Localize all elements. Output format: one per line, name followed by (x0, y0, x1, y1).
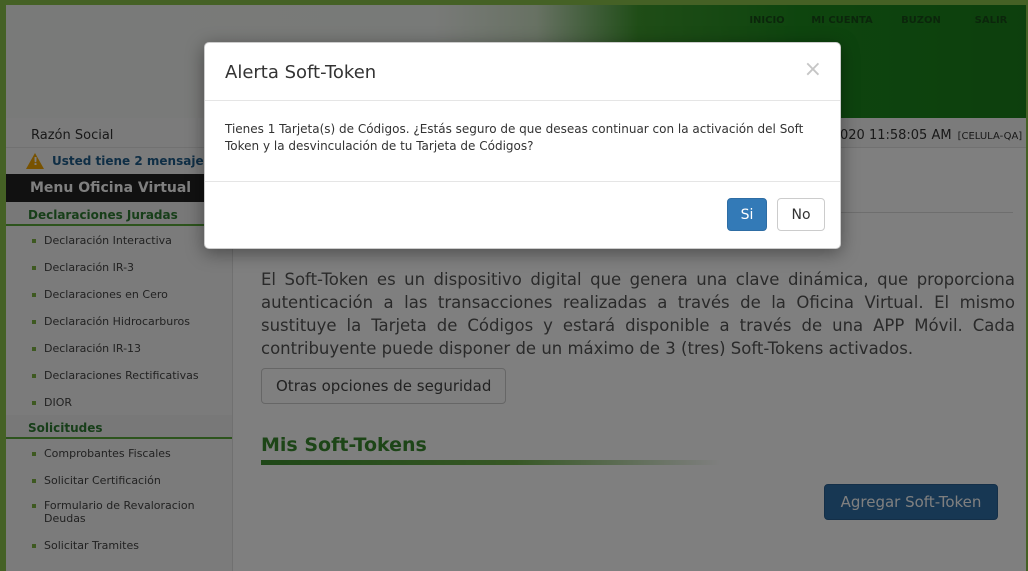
confirm-si-button[interactable]: Si (727, 198, 767, 231)
close-icon[interactable]: × (804, 57, 822, 82)
alert-modal: Alerta Soft-Token × Tienes 1 Tarjeta(s) … (204, 42, 841, 249)
modal-header: Alerta Soft-Token × (205, 43, 840, 101)
modal-body: Tienes 1 Tarjeta(s) de Códigos. ¿Estás s… (205, 101, 840, 182)
modal-footer: Si No (205, 182, 840, 248)
cancel-no-button[interactable]: No (777, 198, 825, 231)
modal-title: Alerta Soft-Token (225, 62, 377, 83)
